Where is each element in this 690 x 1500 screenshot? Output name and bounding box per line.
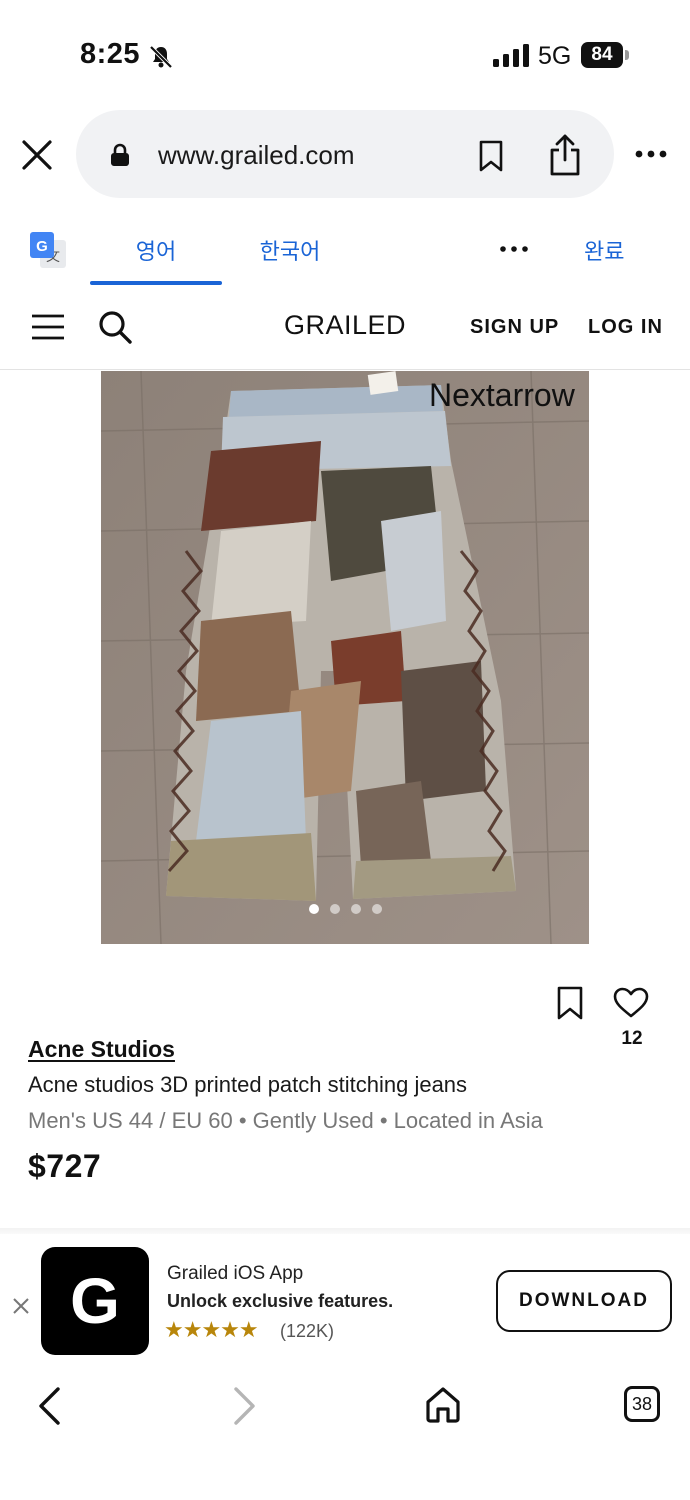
download-button[interactable]: DOWNLOAD (496, 1270, 672, 1332)
status-bar: 8:25 5G 84 (0, 0, 690, 110)
lock-icon (111, 143, 129, 166)
network-type: 5G (538, 42, 572, 70)
banner-close-icon[interactable] (12, 1297, 30, 1315)
save-listing-icon[interactable] (556, 986, 584, 1020)
browser-url-row: www.grailed.com (0, 108, 690, 202)
like-count: 12 (621, 1028, 643, 1049)
product-title: Acne studios 3D printed patch stitching … (28, 1072, 468, 1097)
google-translate-icon[interactable]: 文 G (28, 230, 68, 270)
site-logo[interactable]: GRAILED (284, 310, 406, 341)
rating-count: (122K) (280, 1321, 335, 1341)
star-rating: ★★★★★ (164, 1317, 259, 1342)
status-time: 8:25 (80, 38, 141, 70)
bell-muted-icon (149, 45, 173, 69)
search-icon[interactable] (98, 310, 132, 344)
heart-icon[interactable] (613, 987, 649, 1019)
url-text: www.grailed.com (158, 140, 355, 170)
menu-icon[interactable] (31, 312, 65, 342)
product-meta: Men's US 44 / EU 60 • Gently Used • Loca… (28, 1108, 543, 1133)
image-dot-2[interactable] (330, 904, 340, 914)
svg-text:G: G (36, 238, 48, 255)
translate-more-icon[interactable] (498, 244, 530, 254)
tab-target-language[interactable]: 한국어 (240, 234, 340, 266)
home-icon[interactable] (424, 1386, 462, 1424)
product-photo (101, 371, 589, 944)
section-divider (0, 1228, 690, 1234)
back-icon[interactable] (36, 1386, 62, 1426)
image-dot-3[interactable] (351, 904, 361, 914)
brand-link[interactable]: Acne Studios (28, 1036, 175, 1063)
share-icon[interactable] (548, 134, 582, 176)
close-icon[interactable] (20, 138, 54, 172)
signup-link[interactable]: SIGN UP (470, 316, 559, 339)
image-watermark: Nextarrow (429, 377, 575, 413)
tab-source-language[interactable]: 영어 (90, 234, 222, 266)
bookmark-icon[interactable] (478, 140, 504, 172)
product-image[interactable]: Nextarrow (101, 371, 589, 944)
product-price: $727 (28, 1148, 102, 1184)
image-dot-1[interactable] (309, 904, 319, 914)
translate-done-button[interactable]: 완료 (584, 234, 624, 266)
login-link[interactable]: LOG IN (588, 316, 663, 339)
app-name: Grailed iOS App (167, 1263, 304, 1284)
address-bar[interactable]: www.grailed.com (76, 110, 614, 198)
signal-icon (493, 44, 529, 67)
app-description: Unlock exclusive features. (167, 1291, 394, 1311)
tabs-button[interactable]: 38 (624, 1386, 660, 1422)
image-pagination[interactable] (309, 904, 389, 916)
battery-icon: 84 (581, 42, 629, 70)
image-dot-4[interactable] (372, 904, 382, 914)
app-install-banner: G Grailed iOS App Unlock exclusive featu… (0, 1235, 690, 1365)
active-tab-indicator (90, 281, 222, 285)
translate-bar: 文 G 영어 한국어 완료 (0, 214, 690, 288)
site-header: GRAILED SIGN UP LOG IN (0, 294, 690, 370)
battery-level: 84 (581, 42, 623, 68)
browser-toolbar: 38 (0, 1370, 690, 1500)
more-options-icon[interactable] (634, 148, 668, 160)
forward-icon[interactable] (232, 1386, 258, 1426)
app-icon[interactable]: G (41, 1247, 149, 1355)
battery-tip (625, 50, 629, 60)
